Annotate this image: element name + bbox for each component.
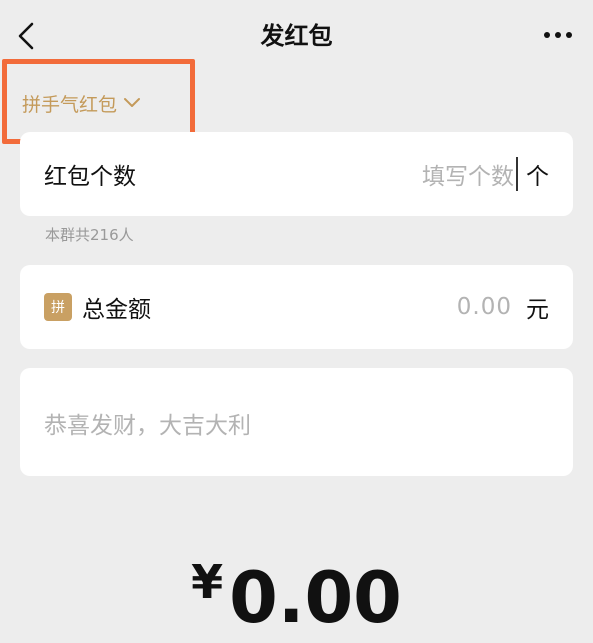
total-amount-input[interactable]: 0.00 [457,294,512,320]
total-amount-display: ¥0.00 [0,540,593,640]
packet-count-card[interactable]: 红包个数 填写个数 个 [20,132,573,216]
more-horizontal-icon [544,32,572,38]
packet-count-unit: 个 [526,164,549,190]
group-member-hint: 本群共216人 [45,226,134,244]
total-amount-value: 0.00 [229,557,402,639]
text-cursor [516,157,518,191]
total-amount-label: 总金额 [82,297,151,323]
page-title: 发红包 [260,22,333,50]
currency-symbol: ¥ [191,555,224,609]
total-amount-unit: 元 [526,297,549,323]
greeting-input[interactable]: 恭喜发财，大吉大利 [44,406,251,440]
pin-badge-icon: 拼 [44,293,72,321]
packet-count-label: 红包个数 [44,164,136,190]
total-amount-card[interactable]: 拼 总金额 0.00 元 [20,265,573,349]
packet-count-input[interactable]: 填写个数 [422,157,514,191]
more-button[interactable] [543,27,573,43]
greeting-card[interactable]: 恭喜发财，大吉大利 [20,368,573,476]
